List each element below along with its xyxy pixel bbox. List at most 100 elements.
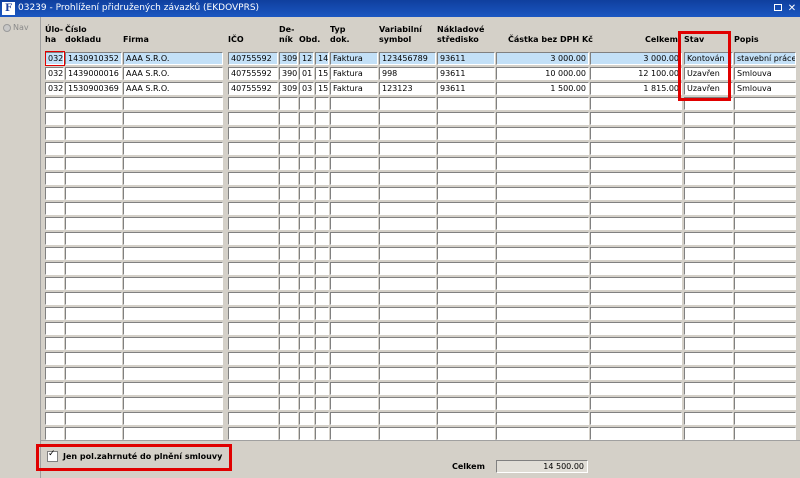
cell-status[interactable] (684, 187, 733, 200)
cell-task[interactable] (45, 307, 64, 320)
cell-task[interactable]: 032 (45, 82, 64, 95)
cell-task[interactable] (45, 292, 64, 305)
cell-amount[interactable] (496, 157, 589, 170)
cell-doc-type-code[interactable] (315, 412, 329, 425)
cell-description[interactable] (734, 217, 796, 230)
cell-period[interactable] (299, 367, 314, 380)
cell-total[interactable] (590, 352, 682, 365)
cell-status[interactable] (684, 262, 733, 275)
cell-status[interactable] (684, 127, 733, 140)
cell-period[interactable]: 01 (299, 67, 314, 80)
cell-ico[interactable] (228, 262, 278, 275)
cell-cost-center[interactable]: 93611 (437, 67, 495, 80)
cell-task[interactable] (45, 247, 64, 260)
cell-journal[interactable] (279, 187, 298, 200)
cell-doc-number[interactable] (65, 247, 122, 260)
cell-journal[interactable] (279, 322, 298, 335)
cell-journal[interactable] (279, 262, 298, 275)
cell-period[interactable]: 12 (299, 52, 314, 65)
cell-total[interactable] (590, 337, 682, 350)
cell-doc-type-code[interactable] (315, 352, 329, 365)
cell-amount[interactable] (496, 187, 589, 200)
cell-cost-center[interactable] (437, 352, 495, 365)
cell-total[interactable] (590, 112, 682, 125)
cell-var-symbol[interactable] (379, 262, 436, 275)
cell-amount[interactable] (496, 337, 589, 350)
cell-description[interactable] (734, 142, 796, 155)
cell-company[interactable] (123, 397, 223, 410)
cell-task[interactable] (45, 232, 64, 245)
cell-description[interactable] (734, 412, 796, 425)
cell-var-symbol[interactable] (379, 397, 436, 410)
cell-status[interactable] (684, 97, 733, 110)
cell-amount[interactable] (496, 172, 589, 185)
cell-description[interactable] (734, 202, 796, 215)
cell-amount[interactable] (496, 97, 589, 110)
cell-task[interactable] (45, 127, 64, 140)
cell-ico[interactable] (228, 232, 278, 245)
cell-status[interactable] (684, 307, 733, 320)
cell-total[interactable] (590, 217, 682, 230)
cell-period[interactable] (299, 352, 314, 365)
cell-doc-type[interactable]: Faktura (330, 52, 378, 65)
cell-description[interactable] (734, 247, 796, 260)
cell-cost-center[interactable] (437, 427, 495, 440)
cell-journal[interactable] (279, 277, 298, 290)
cell-period[interactable] (299, 187, 314, 200)
cell-total[interactable] (590, 142, 682, 155)
cell-doc-type[interactable] (330, 262, 378, 275)
cell-doc-type[interactable] (330, 322, 378, 335)
cell-cost-center[interactable] (437, 277, 495, 290)
cell-description[interactable] (734, 367, 796, 380)
cell-doc-number[interactable] (65, 427, 122, 440)
cell-cost-center[interactable] (437, 397, 495, 410)
cell-company[interactable] (123, 247, 223, 260)
cell-company[interactable]: AAA S.R.O. (123, 52, 223, 65)
cell-var-symbol[interactable] (379, 412, 436, 425)
cell-doc-type-code[interactable]: 15 (315, 67, 329, 80)
cell-ico[interactable] (228, 112, 278, 125)
cell-journal[interactable] (279, 157, 298, 170)
cell-amount[interactable] (496, 352, 589, 365)
cell-doc-type[interactable]: Faktura (330, 82, 378, 95)
cell-var-symbol[interactable] (379, 337, 436, 350)
cell-period[interactable] (299, 292, 314, 305)
cell-status[interactable] (684, 277, 733, 290)
cell-journal[interactable] (279, 112, 298, 125)
cell-doc-type-code[interactable] (315, 247, 329, 260)
cell-doc-type-code[interactable] (315, 367, 329, 380)
cell-task[interactable] (45, 142, 64, 155)
cell-status[interactable] (684, 412, 733, 425)
cell-cost-center[interactable] (437, 142, 495, 155)
cell-task[interactable] (45, 382, 64, 395)
cell-amount[interactable] (496, 112, 589, 125)
cell-cost-center[interactable]: 93611 (437, 82, 495, 95)
cell-ico[interactable]: 40755592 (228, 52, 278, 65)
cell-var-symbol[interactable] (379, 352, 436, 365)
cell-ico[interactable] (228, 247, 278, 260)
cell-total[interactable] (590, 262, 682, 275)
cell-ico[interactable] (228, 367, 278, 380)
cell-ico[interactable] (228, 412, 278, 425)
cell-amount[interactable] (496, 127, 589, 140)
cell-task[interactable] (45, 427, 64, 440)
cell-amount[interactable] (496, 142, 589, 155)
cell-var-symbol[interactable] (379, 382, 436, 395)
cell-doc-type-code[interactable] (315, 382, 329, 395)
cell-amount[interactable] (496, 277, 589, 290)
cell-period[interactable] (299, 127, 314, 140)
cell-status[interactable] (684, 382, 733, 395)
cell-doc-type[interactable] (330, 427, 378, 440)
cell-period[interactable] (299, 157, 314, 170)
cell-task[interactable] (45, 367, 64, 380)
cell-doc-number[interactable]: 1430910352 (65, 52, 122, 65)
cell-ico[interactable] (228, 172, 278, 185)
cell-doc-number[interactable] (65, 307, 122, 320)
cell-doc-type[interactable] (330, 397, 378, 410)
cell-doc-type[interactable] (330, 142, 378, 155)
cell-doc-type-code[interactable] (315, 157, 329, 170)
cell-task[interactable] (45, 277, 64, 290)
cell-description[interactable] (734, 97, 796, 110)
cell-journal[interactable] (279, 232, 298, 245)
cell-company[interactable] (123, 277, 223, 290)
